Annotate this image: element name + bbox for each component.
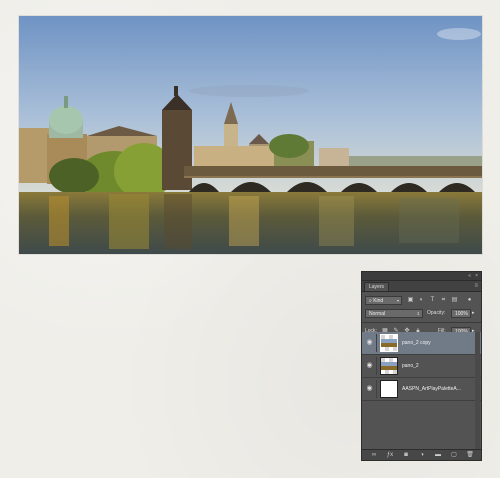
prague-panorama-image [19, 16, 482, 254]
chevron-down-icon: ⇕ [416, 311, 420, 316]
layer-style-icon[interactable]: ƒx [386, 451, 394, 459]
layers-list: ◉ pano_2 copy ◉ pano_2 ◉ AASPN_ArtPlayPa… [362, 332, 481, 401]
layer-name: pano_2 [402, 363, 419, 369]
adjustment-filter-icon[interactable]: ◐ [418, 297, 425, 304]
filter-kind-value: Kind [373, 298, 384, 304]
layer-row[interactable]: ◉ AASPN_ArtPlayPaletteA... [362, 378, 481, 401]
panel-tab-row: Layers ≡ [362, 281, 481, 292]
layers-bottom-toolbar: ∞ ƒx ◙ ◑ ▬ ▢ 🗑︎ [362, 449, 481, 460]
opacity-label: Opacity: [427, 310, 446, 316]
new-layer-icon[interactable]: ▢ [450, 451, 458, 459]
divider [362, 322, 481, 323]
blend-row: Normal ⇕ Opacity: 100% ▸ [362, 307, 481, 320]
filter-row: ⌕ Kind ▾ ▣ ◐ T ⌗ ▤ ● [362, 294, 481, 307]
document-canvas-photo[interactable] [19, 16, 482, 254]
layer-thumbnail [380, 334, 398, 352]
layer-row[interactable]: ◉ pano_2 copy [362, 332, 481, 355]
type-filter-icon[interactable]: T [429, 297, 436, 304]
blend-mode-value: Normal [369, 311, 386, 317]
layer-name: AASPN_ArtPlayPaletteA... [402, 386, 461, 392]
link-layers-icon[interactable]: ∞ [370, 451, 378, 459]
opacity-value: 100% [455, 311, 468, 317]
eye-icon[interactable]: ◉ [365, 361, 374, 370]
shape-filter-icon[interactable]: ⌗ [440, 297, 447, 304]
chevron-down-icon: ▾ [396, 298, 399, 303]
panel-menu-icon[interactable]: ≡ [474, 282, 478, 290]
pixel-filter-icon[interactable]: ▣ [407, 297, 414, 304]
divider [376, 357, 377, 375]
opacity-input[interactable]: 100% [451, 309, 471, 318]
blend-mode-select[interactable]: Normal ⇕ [365, 309, 423, 318]
layer-row[interactable]: ◉ pano_2 [362, 355, 481, 378]
smart-object-filter-icon[interactable]: ▤ [451, 297, 458, 304]
eye-icon[interactable]: ◉ [365, 384, 374, 393]
layer-thumbnail [380, 380, 398, 398]
scrollbar[interactable] [475, 332, 480, 449]
add-mask-icon[interactable]: ◙ [402, 451, 410, 459]
trash-icon[interactable]: 🗑︎ [466, 451, 474, 459]
layer-name: pano_2 copy [402, 340, 431, 346]
filter-toggle-icon[interactable]: ● [466, 297, 473, 304]
panel-title-bar[interactable]: « × [362, 272, 481, 281]
filter-kind-select[interactable]: ⌕ Kind ▾ [365, 296, 402, 305]
new-group-icon[interactable]: ▬ [434, 451, 442, 459]
close-icon[interactable]: × [475, 273, 478, 279]
layer-thumbnail [380, 357, 398, 375]
tab-layers[interactable]: Layers [364, 282, 390, 291]
eye-icon[interactable]: ◉ [365, 338, 374, 347]
divider [376, 380, 377, 398]
opacity-dropdown-icon[interactable]: ▸ [472, 309, 475, 317]
adjustment-layer-icon[interactable]: ◑ [418, 451, 426, 459]
divider [376, 334, 377, 352]
layers-panel: « × Layers ≡ ⌕ Kind ▾ ▣ ◐ T ⌗ ▤ ● Normal… [361, 271, 482, 461]
collapse-icon[interactable]: « [468, 273, 471, 279]
